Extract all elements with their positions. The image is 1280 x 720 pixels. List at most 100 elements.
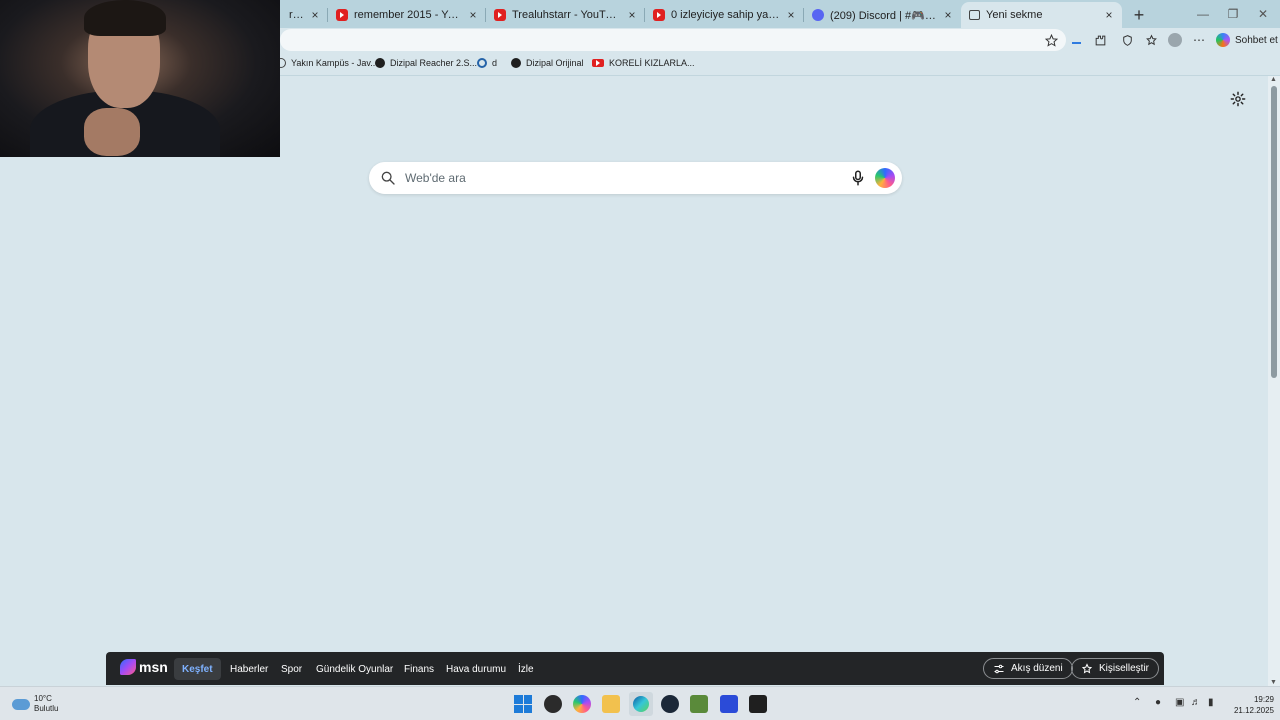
youtube-icon: [336, 9, 348, 21]
windows-taskbar: 10°C Bulutlu ⌃ ● ▣ ♬ ▮ 19:29 21.12.2025: [0, 686, 1280, 720]
microphone-tray-icon[interactable]: ●: [1155, 697, 1161, 708]
web-search-box[interactable]: Web'de ara: [369, 162, 902, 194]
msn-butterfly-icon: [120, 659, 136, 675]
ring-icon: [477, 58, 487, 68]
tab-new-tab[interactable]: Yeni sekme ×: [961, 2, 1122, 28]
windows-start-icon[interactable]: [514, 695, 532, 713]
close-window-icon[interactable]: ✕: [1246, 0, 1280, 28]
scrollbar-thumb[interactable]: [1271, 86, 1277, 378]
weather-desc: Bulutlu: [34, 704, 59, 713]
tab-label: r - YouT: [289, 9, 304, 21]
address-bar[interactable]: [280, 29, 1066, 51]
discord-icon: [812, 9, 824, 21]
more-options-icon[interactable]: ⋯: [1191, 32, 1207, 48]
msn-nav-bar: msn Keşfet Haberler Spor Gündelik Oyunla…: [106, 652, 1164, 685]
webcam-person-hair: [84, 0, 166, 36]
gear-icon[interactable]: [1229, 90, 1247, 108]
volume-icon[interactable]: ♬: [1191, 697, 1201, 708]
chevron-up-icon[interactable]: ⌃: [1133, 697, 1141, 708]
browser-essentials-icon[interactable]: [1119, 32, 1135, 48]
system-clock[interactable]: 19:29 21.12.2025: [1226, 694, 1274, 716]
dark-circle-icon: [375, 58, 385, 68]
steam-icon[interactable]: [661, 695, 679, 713]
download-progress-icon[interactable]: [1068, 32, 1084, 48]
new-tab-button[interactable]: +: [1126, 2, 1152, 28]
bookmark-item[interactable]: d: [477, 58, 497, 68]
tab-youtube-2[interactable]: remember 2015 - YouTube ×: [328, 2, 486, 28]
tab-discord[interactable]: (209) Discord | #🎮sunucu-galerisi ×: [804, 2, 961, 28]
tab-youtube-3[interactable]: Trealuhstarr - YouTube ×: [486, 2, 645, 28]
msn-nav-item-kesfet[interactable]: Keşfet: [174, 658, 221, 680]
clock-date: 21.12.2025: [1233, 706, 1274, 715]
chat-label: Sohbet et: [1235, 34, 1278, 46]
bookmark-item[interactable]: KORELİ KIZLARLA...: [592, 58, 695, 68]
cloud-icon: [12, 698, 30, 710]
favorite-star-icon[interactable]: [1043, 32, 1059, 48]
tab-youtube-1[interactable]: r - YouT ×: [281, 2, 328, 28]
bookmark-label: Yakın Kampüs - Jav...: [291, 58, 378, 68]
msn-nav-item-haberler[interactable]: Haberler: [230, 658, 268, 680]
page-scrollbar[interactable]: ▲ ▼: [1268, 76, 1280, 686]
newtab-icon: [969, 10, 980, 20]
tab-label: (209) Discord | #🎮sunucu-galerisi: [830, 9, 937, 22]
msn-nav-item-gundelik-oyunlar[interactable]: Gündelik Oyunlar: [316, 658, 393, 680]
copilot-chat-button[interactable]: Sohbet et: [1216, 31, 1278, 49]
feed-layout-button[interactable]: Akış düzeni: [983, 658, 1073, 679]
copilot-icon: [1216, 33, 1230, 47]
close-icon[interactable]: ×: [308, 8, 322, 22]
file-explorer-icon[interactable]: [602, 695, 620, 713]
msn-nav-item-finans[interactable]: Finans: [404, 658, 434, 680]
maximize-icon[interactable]: ❐: [1216, 0, 1250, 28]
close-icon[interactable]: ×: [625, 8, 639, 22]
close-icon[interactable]: ×: [1102, 8, 1116, 22]
close-icon[interactable]: ×: [784, 8, 798, 22]
sliders-icon: [993, 663, 1005, 675]
bookmark-item[interactable]: Yakın Kampüs - Jav...: [276, 58, 378, 68]
bookmark-item[interactable]: Dizipal Orijinal: [511, 58, 584, 68]
scroll-up-icon[interactable]: ▲: [1270, 76, 1277, 83]
profile-avatar-icon[interactable]: [1167, 32, 1183, 48]
copilot-app-icon[interactable]: [573, 695, 591, 713]
msn-nav-item-hava-durumu[interactable]: Hava durumu: [446, 658, 506, 680]
obs-icon[interactable]: [544, 695, 562, 713]
bookmark-label: d: [492, 58, 498, 68]
minecraft-icon[interactable]: [690, 695, 708, 713]
weather-temp: 10°C: [34, 694, 52, 703]
extensions-icon[interactable]: [1092, 32, 1108, 48]
close-icon[interactable]: ×: [466, 8, 480, 22]
bookmark-label: KORELİ KIZLARLA...: [609, 58, 695, 68]
new-tab-page: Web'de ara: [0, 76, 1268, 686]
personalize-label: Kişiselleştir: [1099, 663, 1150, 674]
minimize-icon[interactable]: —: [1186, 0, 1220, 28]
msn-nav-item-spor[interactable]: Spor: [281, 658, 302, 680]
bookmark-label: Dizipal Reacher 2.S...: [390, 58, 478, 68]
edge-browser-icon[interactable]: [629, 692, 653, 716]
tab-label: Yeni sekme: [986, 9, 1043, 21]
msn-logo[interactable]: msn: [120, 659, 168, 675]
feed-layout-label: Akış düzeni: [1011, 663, 1063, 674]
network-icon[interactable]: ▣: [1175, 697, 1184, 708]
webcam-overlay: [0, 0, 280, 157]
tab-label: 0 izleyiciye sahip yayıncılara 100.0: [671, 9, 780, 21]
copilot-icon[interactable]: [875, 168, 895, 188]
search-placeholder: Web'de ara: [405, 171, 466, 185]
close-icon[interactable]: ×: [941, 8, 955, 22]
collections-icon[interactable]: [1143, 32, 1159, 48]
sparkle-icon: [1081, 662, 1093, 675]
youtube-icon: [494, 9, 506, 21]
weather-widget[interactable]: 10°C Bulutlu: [12, 694, 58, 714]
bookmark-label: Dizipal Orijinal: [526, 58, 584, 68]
scroll-down-icon[interactable]: ▼: [1270, 679, 1277, 686]
bookmark-item[interactable]: Dizipal Reacher 2.S...: [375, 58, 477, 68]
blue-app-icon[interactable]: [720, 695, 738, 713]
tab-youtube-4[interactable]: 0 izleyiciye sahip yayıncılara 100.0 ×: [645, 2, 804, 28]
dark-circle-icon: [511, 58, 521, 68]
youtube-icon: [653, 9, 665, 21]
personalize-button[interactable]: Kişiselleştir: [1071, 658, 1160, 679]
epic-games-icon[interactable]: [749, 695, 767, 713]
microphone-icon[interactable]: [849, 169, 867, 187]
msn-nav-item-izle[interactable]: İzle: [518, 658, 534, 680]
battery-icon[interactable]: ▮: [1208, 697, 1214, 708]
tab-label: Trealuhstarr - YouTube: [512, 9, 621, 21]
clock-time: 19:29: [1253, 695, 1274, 704]
